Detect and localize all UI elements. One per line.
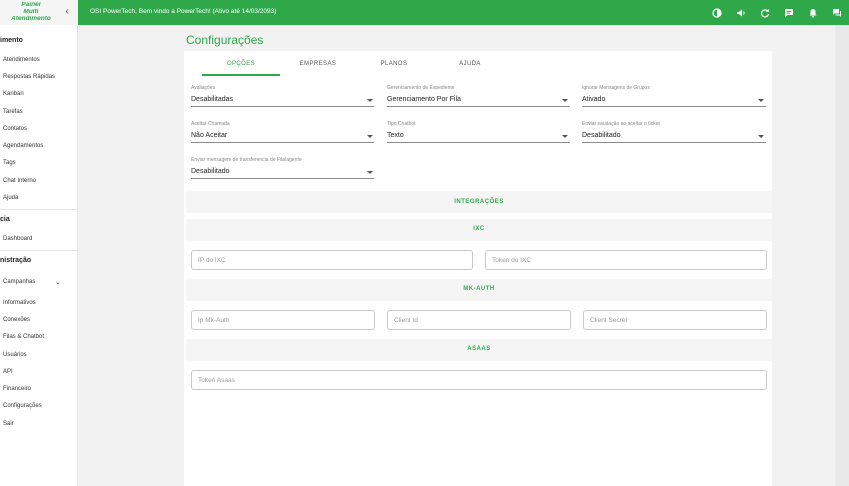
tab-opcoes[interactable]: OPÇÕES (202, 61, 280, 67)
dropdown-arrow-icon (562, 99, 568, 102)
select-underline (191, 142, 374, 143)
sidebar-item-agendamentos[interactable]: Agendamentos (3, 143, 43, 149)
sidebar-item-filas-chatbot[interactable]: Filas & Chatbot (3, 334, 44, 340)
sidebar-item-tags[interactable]: Tags (3, 160, 16, 166)
select-label: Gerenciamento de Expediente (387, 85, 455, 91)
sidebar-item-campanhas[interactable]: Campanhas (3, 279, 35, 285)
sidebar-item-atendimentos[interactable]: Atendimentos (3, 57, 40, 63)
select-underline (191, 178, 374, 179)
input-placeholder: Ip Mk-Auth (198, 317, 230, 324)
sidebar-item-sair[interactable]: Sair (3, 421, 14, 427)
mkauth-client-id-input[interactable]: Client Id (387, 310, 571, 330)
dropdown-arrow-icon (367, 135, 373, 138)
input-placeholder: Token Asaas (198, 377, 235, 384)
integrations-title: INTEGRAÇÕES (454, 199, 504, 205)
dropdown-arrow-icon (758, 135, 764, 138)
select-label: Enviar saudação ao aceitar o ticket (582, 121, 660, 127)
tab-ajuda[interactable]: AJUDA (432, 61, 508, 67)
asaas-title: ASAAS (467, 346, 491, 352)
sidebar: imento Atendimentos Respostas Rápidas Ka… (0, 25, 78, 486)
sidebar-item-respostas-rapidas[interactable]: Respostas Rápidas (3, 74, 55, 80)
select-label: Aceitar Chamada (191, 121, 230, 127)
input-placeholder: Client Secret (590, 317, 628, 324)
input-placeholder: Token do IXC (492, 257, 532, 264)
sidebar-item-contatos[interactable]: Contatos (3, 126, 27, 132)
mkauth-ip-input[interactable]: Ip Mk-Auth (191, 310, 375, 330)
chat-icon[interactable] (777, 0, 801, 25)
mkauth-title: MK-AUTH (463, 286, 495, 292)
select-value: Desabilitadas (191, 96, 234, 103)
refresh-icon[interactable] (753, 0, 777, 25)
mkauth-client-secret-input[interactable]: Client Secret (583, 310, 767, 330)
page-title: Configurações (186, 33, 264, 47)
sidebar-item-chat-interno[interactable]: Chat Interno (3, 178, 36, 184)
sidebar-item-financeiro[interactable]: Financeiro (3, 386, 31, 392)
sidebar-section-gerencia: cia (0, 216, 10, 223)
select-underline (582, 142, 766, 143)
chevron-down-icon[interactable]: ⌄ (55, 278, 61, 286)
active-tab-indicator (202, 74, 280, 76)
sidebar-item-kanban[interactable]: Kanban (3, 91, 24, 97)
select-label: Enviar mensagem de transferencia de Fila… (191, 157, 302, 163)
ixc-token-input[interactable]: Token do IXC (485, 250, 767, 270)
asaas-token-input[interactable]: Token Asaas (191, 370, 767, 390)
tab-empresas[interactable]: EMPRESAS (280, 61, 356, 67)
select-label: Avaliações (191, 85, 216, 91)
brand-logo: Painel Multi Atendimento ‹ (0, 0, 78, 25)
brand-line-3: Atendimento (11, 16, 51, 22)
sidebar-item-informativos[interactable]: Informativos (3, 300, 36, 306)
sidebar-item-conexoes[interactable]: Conexões (3, 317, 30, 323)
welcome-message: OSI PowerTech, Bem vindo a PowerTech! (A… (90, 8, 277, 15)
collapse-sidebar-icon[interactable]: ‹ (62, 6, 72, 18)
tab-planos[interactable]: PLANOS (356, 61, 432, 67)
sidebar-item-ajuda[interactable]: Ajuda (3, 195, 18, 201)
bell-icon[interactable] (801, 0, 825, 25)
select-value: Não Aceitar (191, 132, 228, 139)
dropdown-arrow-icon (562, 135, 568, 138)
select-underline (191, 106, 374, 107)
scrollbar[interactable] (835, 25, 849, 486)
select-value: Desabilitado (191, 168, 230, 175)
sidebar-section-administracao: nistração (0, 257, 32, 264)
ixc-ip-input[interactable]: IP do IXC (191, 250, 473, 270)
select-value: Desabilitado (582, 132, 621, 139)
sidebar-item-configuracoes[interactable]: Configurações (3, 403, 42, 409)
messages-icon[interactable] (825, 0, 849, 25)
brand-line-1: Painel (21, 2, 41, 8)
select-underline (387, 106, 570, 107)
sidebar-item-dashboard[interactable]: Dashboard (3, 236, 32, 242)
dropdown-arrow-icon (758, 99, 764, 102)
dropdown-arrow-icon (367, 99, 373, 102)
select-value: Texto (387, 132, 404, 139)
volume-icon[interactable] (729, 0, 753, 25)
select-value: Ativado (582, 96, 606, 103)
sidebar-divider (0, 250, 78, 251)
sidebar-item-tarefas[interactable]: Tarefas (3, 109, 23, 115)
ixc-title: IXC (473, 226, 485, 232)
input-placeholder: IP do IXC (198, 257, 226, 264)
sidebar-item-api[interactable]: API (3, 369, 13, 375)
brand-line-2: Multi (23, 9, 39, 15)
select-underline (582, 106, 766, 107)
select-label: Ignorar Mensagens de Grupos (582, 85, 650, 91)
select-label: Tipo Chatbot (387, 121, 416, 127)
sidebar-item-usuarios[interactable]: Usuários (3, 352, 27, 358)
header-actions (705, 0, 849, 25)
input-placeholder: Client Id (394, 317, 418, 324)
dropdown-arrow-icon (367, 171, 373, 174)
select-underline (387, 142, 570, 143)
sidebar-section-atendimento: imento (0, 37, 23, 44)
select-value: Gerenciamento Por Fila (387, 96, 461, 103)
sidebar-divider (0, 209, 78, 210)
contrast-icon[interactable] (705, 0, 729, 25)
